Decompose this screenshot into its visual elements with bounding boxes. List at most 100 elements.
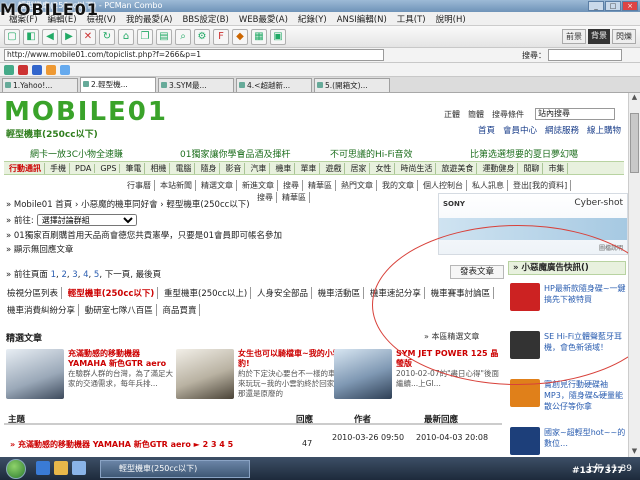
- motorcycle-thumbnail[interactable]: [176, 349, 234, 399]
- subnav-search[interactable]: 搜尋: [280, 180, 303, 191]
- subnav-my-posts[interactable]: 我的文章: [379, 180, 418, 191]
- lock-icon[interactable]: ▣: [270, 28, 286, 45]
- card-title[interactable]: 充滿動感的移動機器 YAMAHA 新色GTR aero: [68, 349, 178, 369]
- sym-scooter-thumbnail[interactable]: [334, 349, 392, 399]
- featured-card[interactable]: 充滿動感的移動機器 YAMAHA 新色GTR aero 在驗群人群的台灣，為了滿…: [6, 349, 176, 405]
- page-1[interactable]: 1: [51, 270, 56, 280]
- board-tab-list[interactable]: 檢視分區列表: [4, 287, 63, 299]
- subnav-hot[interactable]: 熱門文章: [338, 180, 377, 191]
- link-search-options[interactable]: 搜尋條件: [492, 109, 524, 120]
- menu-web-favorites[interactable]: WEB最愛(A): [234, 13, 293, 25]
- cat-portable[interactable]: 隨身: [197, 162, 221, 174]
- link-traditional[interactable]: 正體: [444, 109, 460, 120]
- blink-toggle[interactable]: 閃爍: [612, 29, 636, 44]
- refresh-icon[interactable]: ↻: [99, 28, 115, 45]
- subnav2-search[interactable]: 搜尋: [254, 192, 277, 203]
- tab-unboxing[interactable]: 5.(開箱文)...: [314, 78, 390, 92]
- cat-phone[interactable]: 手機: [47, 162, 70, 174]
- google-fav-icon[interactable]: [60, 64, 70, 75]
- sidebar-ad-text[interactable]: 國家~超輕型hot~~的數位…: [544, 427, 626, 449]
- maximize-button[interactable]: □: [605, 1, 621, 11]
- breadcrumb[interactable]: » Mobile01 首頁 › 小惡魔的機車同好會 › 輕型機車(250cc以下…: [6, 198, 250, 210]
- menu-tools[interactable]: 工具(T): [392, 13, 431, 25]
- ansi-icon[interactable]: ▦: [251, 28, 267, 45]
- featured-card[interactable]: 女生也可以騎檔車~我的小雲豹! 約於下定決心要台不一樣的車子來玩玩~我的小雲豹終…: [176, 349, 346, 405]
- cat-car[interactable]: 汽車: [247, 162, 271, 174]
- hot-promo-image[interactable]: [510, 427, 540, 455]
- sidebar-ad-text[interactable]: 實創見行動硬碟袖MP3，隨身碟&硬量能散公仔等你拿: [544, 379, 626, 412]
- pager-next[interactable]: , 下一頁, 最後頁: [99, 270, 161, 280]
- tab-surpass[interactable]: 4.<超越新...: [236, 78, 312, 92]
- cat-camera[interactable]: 相機: [147, 162, 171, 174]
- event-notice[interactable]: » 01獨家百刷購首用天品商會德您共貢憲學，只要是01會員即可帳名參加: [6, 229, 282, 241]
- mail-fav-icon[interactable]: [32, 64, 42, 75]
- show-unanswered-link[interactable]: » 顯示無回應文章: [6, 243, 73, 255]
- topic-author[interactable]: 2010-03-26 09:50: [332, 433, 404, 442]
- cat-women[interactable]: 女性: [372, 162, 396, 174]
- card-title[interactable]: 女生也可以騎檔車~我的小雲豹!: [238, 349, 348, 369]
- cat-mobile[interactable]: 行動通訊: [6, 162, 45, 174]
- subnav-essence[interactable]: 精華區: [305, 180, 336, 191]
- promo-link-4[interactable]: 比第选選想要的夏日夢幻噶: [470, 147, 578, 160]
- close-button[interactable]: ×: [622, 1, 638, 11]
- subnav-calendar[interactable]: 行事曆: [124, 180, 155, 191]
- cat-chat[interactable]: 閒聊: [520, 162, 544, 174]
- home-icon[interactable]: ⌂: [118, 28, 134, 45]
- topic-title[interactable]: » 充滿動感的移動機器 YAMAHA 新色GTR aero ► 2 3 4 5: [10, 439, 233, 450]
- sidebar-ad[interactable]: 國家~超輕型hot~~的數位…: [508, 423, 626, 457]
- scroll-down-icon[interactable]: ▼: [629, 447, 640, 457]
- copy-icon[interactable]: ❐: [137, 28, 153, 45]
- cat-motorcycle[interactable]: 機車: [272, 162, 296, 174]
- scroll-up-icon[interactable]: ▲: [629, 93, 640, 103]
- cat-bicycle[interactable]: 單車: [297, 162, 321, 174]
- yahoo-fav-icon[interactable]: [18, 64, 28, 75]
- tab-sym[interactable]: 3.SYM最...: [158, 78, 234, 92]
- page-4[interactable]: 4: [83, 270, 88, 280]
- site-search-input[interactable]: 站內搜尋: [535, 108, 615, 120]
- url-input[interactable]: http://www.mobile01.com/topiclist.php?f=…: [4, 49, 384, 61]
- subnav-messages[interactable]: 私人訊息: [469, 180, 508, 191]
- board-tab-light[interactable]: 輕型機車(250cc以下): [65, 287, 159, 299]
- home-fav-icon[interactable]: [4, 64, 14, 75]
- site-logo[interactable]: MOBILE01: [4, 97, 166, 127]
- desktop-icon[interactable]: [72, 461, 86, 475]
- paste-icon[interactable]: ▤: [156, 28, 172, 45]
- tab-yahoo[interactable]: 1.Yahoo!...: [2, 78, 78, 92]
- subnav2-essence[interactable]: 精華區: [279, 192, 310, 203]
- menu-bbs-settings[interactable]: BBS設定(B): [177, 13, 233, 25]
- back-icon[interactable]: ◀: [42, 28, 58, 45]
- link-simplified[interactable]: 簡體: [468, 109, 484, 120]
- find-icon[interactable]: ⌕: [175, 28, 191, 45]
- cat-games[interactable]: 遊戲: [322, 162, 346, 174]
- cat-market[interactable]: 市集: [545, 162, 569, 174]
- board-tab-disputes[interactable]: 機車消費糾紛分享: [4, 304, 80, 316]
- star-fav-icon[interactable]: [46, 64, 56, 75]
- cat-pda[interactable]: PDA: [72, 163, 96, 173]
- new-window-icon[interactable]: ▢: [4, 28, 20, 45]
- subnav-news[interactable]: 本站新聞: [157, 180, 196, 191]
- cat-fashion[interactable]: 時尚生活: [397, 162, 437, 174]
- topic-last-reply[interactable]: 2010-04-03 20:08: [416, 433, 488, 442]
- cat-gps[interactable]: GPS: [97, 163, 121, 173]
- nav-home[interactable]: 首頁: [478, 124, 495, 136]
- cat-sports[interactable]: 運動健身: [479, 162, 519, 174]
- menu-history[interactable]: 紀錄(Y): [293, 13, 332, 25]
- cat-home[interactable]: 居家: [347, 162, 371, 174]
- font-icon[interactable]: F: [213, 28, 229, 45]
- nav-member-center[interactable]: 會員中心: [503, 124, 537, 136]
- page-3[interactable]: 3: [72, 270, 77, 280]
- cat-computer[interactable]: 電腦: [172, 162, 196, 174]
- cat-travel[interactable]: 旅遊美食: [438, 162, 478, 174]
- foreground-button[interactable]: 前景: [562, 29, 586, 44]
- stop-icon[interactable]: ✕: [80, 28, 96, 45]
- promo-link-3[interactable]: 不可思議的Hi-Fi音效: [330, 147, 413, 160]
- table-row[interactable]: » 充滿動感的移動機器 YAMAHA 新色GTR aero ► 2 3 4 5 …: [4, 427, 502, 453]
- scroll-thumb[interactable]: [630, 113, 639, 173]
- promo-link-2[interactable]: 01獨家讓你學會品酒及揮杆: [180, 147, 290, 160]
- subnav-logout[interactable]: 登出[我的資料]: [510, 180, 572, 191]
- color-icon[interactable]: ◆: [232, 28, 248, 45]
- menu-help[interactable]: 說明(H): [431, 13, 471, 25]
- board-tab-events[interactable]: 機車活動區: [315, 287, 365, 299]
- forum-select[interactable]: 選擇討論群組: [36, 214, 137, 226]
- cat-av[interactable]: 影音: [222, 162, 246, 174]
